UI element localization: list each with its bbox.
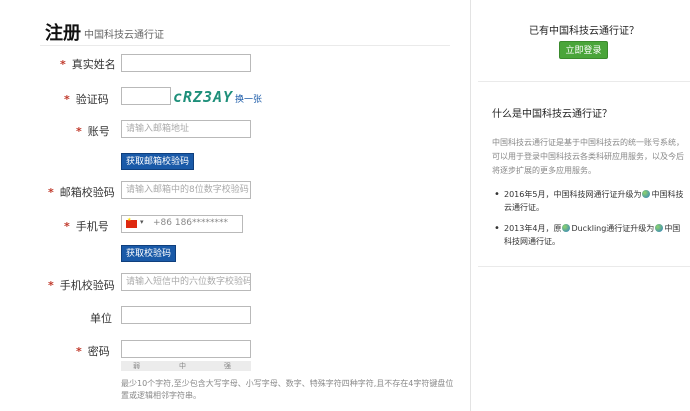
caret-down-icon[interactable]: ▾ bbox=[140, 218, 144, 226]
panel-divider bbox=[470, 0, 471, 411]
existing-account-question: 已有中国科技云通行证？ bbox=[529, 26, 639, 37]
name-input[interactable] bbox=[121, 54, 251, 72]
page-subtitle: 中国科技云通行证 bbox=[84, 30, 164, 41]
email-code-label: * 邮箱校验码 bbox=[48, 184, 115, 200]
news-text: ，原 bbox=[545, 224, 562, 233]
password-label: * 密码 bbox=[76, 343, 110, 359]
get-email-code-button[interactable]: 获取邮箱校验码 bbox=[121, 153, 195, 170]
strength-medium: 中 bbox=[179, 362, 186, 370]
captcha-input[interactable] bbox=[121, 87, 171, 105]
sms-code-label: * 手机校验码 bbox=[48, 277, 115, 293]
phone-label: * 手机号 bbox=[64, 218, 109, 234]
account-input[interactable]: 请输入邮箱地址 bbox=[121, 120, 251, 138]
captcha-label: * 验证码 bbox=[64, 91, 109, 107]
password-strength-meter: 弱 中 强 bbox=[121, 361, 251, 371]
sidebar-bottom-divider bbox=[478, 266, 690, 267]
get-sms-code-button[interactable]: 获取校验码 bbox=[121, 245, 177, 262]
strength-weak: 弱 bbox=[133, 362, 140, 370]
news-item: 2016年5月，中国科技网通行证升级为中国科技云通行证。 bbox=[494, 188, 684, 214]
captcha-image[interactable]: cRZ3AY bbox=[173, 88, 233, 106]
news-text: ，中国科技网通行证升级为 bbox=[545, 190, 642, 199]
unit-input[interactable] bbox=[121, 306, 251, 324]
info-sidebar: 已有中国科技云通行证？ 立即登录 什么是中国科技云通行证？ 中国科技云通行证是基… bbox=[478, 0, 690, 411]
news-item: 2013年4月，原Duckling通行证升级为中国科技网通行证。 bbox=[494, 222, 684, 248]
required-mark: * bbox=[76, 345, 82, 358]
required-mark: * bbox=[60, 58, 66, 71]
required-mark: * bbox=[76, 125, 82, 138]
duckling-logo-icon bbox=[562, 224, 571, 232]
required-mark: * bbox=[48, 186, 54, 199]
password-input[interactable] bbox=[121, 340, 251, 358]
page-title: 注册 bbox=[45, 23, 81, 44]
cstnet-logo-icon bbox=[655, 224, 664, 232]
name-label-text: 真实姓名 bbox=[71, 58, 116, 71]
required-mark: * bbox=[64, 220, 70, 233]
captcha-refresh-link[interactable]: 换一张 bbox=[235, 92, 262, 105]
account-label-text: 账号 bbox=[87, 125, 110, 138]
title-divider bbox=[40, 45, 450, 46]
login-button[interactable]: 立即登录 bbox=[559, 41, 608, 59]
news-list: 2016年5月，中国科技网通行证升级为中国科技云通行证。 2013年4月，原 Du… bbox=[494, 188, 684, 256]
cstcloud-logo-icon bbox=[642, 190, 651, 198]
what-is-title: 什么是中国科技云通行证？ bbox=[492, 109, 612, 120]
password-hint: 最少10个字符,至少包含大写字母、小写字母、数字、特殊字符四种字符,且不存在4字… bbox=[121, 379, 454, 400]
unit-label: 单位 bbox=[90, 310, 112, 326]
required-mark: * bbox=[48, 279, 54, 292]
phone-value: +86 186******** bbox=[153, 218, 229, 228]
news-date: 2016年5月 bbox=[504, 190, 546, 199]
account-label: * 账号 bbox=[76, 123, 110, 139]
sidebar-divider bbox=[478, 81, 690, 82]
name-label: * 真实姓名 bbox=[60, 56, 116, 72]
china-flag-icon[interactable] bbox=[126, 217, 137, 228]
captcha-label-text: 验证码 bbox=[75, 93, 109, 106]
phone-label-text: 手机号 bbox=[75, 220, 109, 233]
news-date: 2013年4月 bbox=[504, 224, 546, 233]
sms-code-input[interactable]: 请输入短信中的六位数字校验码 bbox=[121, 273, 251, 291]
unit-label-text: 单位 bbox=[90, 312, 112, 325]
email-code-input[interactable]: 请输入邮箱中的8位数字校验码 bbox=[121, 181, 251, 199]
registration-panel: 注册 中国科技云通行证 * 真实姓名 * 验证码 cRZ3AY 换一张 * 账号 请输… bbox=[0, 0, 470, 411]
service-description: 中国科技云通行证是基于中国科技云的统一账号系统，可以用于登录中国科技云各类科研应… bbox=[492, 138, 684, 175]
password-label-text: 密码 bbox=[87, 345, 110, 358]
news-product: Duckling通行证升级为 bbox=[571, 224, 655, 233]
required-mark: * bbox=[64, 93, 70, 106]
strength-strong: 强 bbox=[224, 362, 231, 370]
sms-code-label-text: 手机校验码 bbox=[59, 279, 115, 292]
email-code-label-text: 邮箱校验码 bbox=[59, 186, 115, 199]
phone-input[interactable]: ▾ +86 186******** bbox=[121, 215, 243, 233]
